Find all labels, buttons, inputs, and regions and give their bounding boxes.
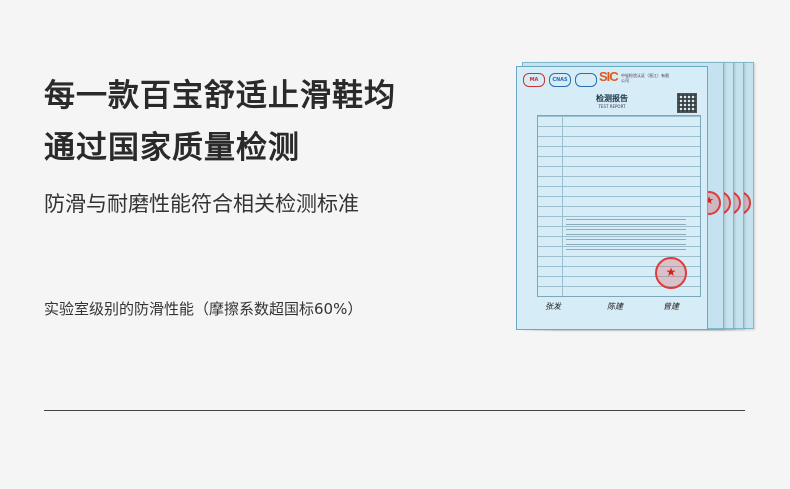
sic-logo: SIC: [599, 69, 619, 84]
cnas-logo: CNAS: [549, 73, 571, 87]
friction-note: 实验室级别的防滑性能（摩擦系数超国标60%）: [44, 300, 363, 318]
headline-line-1: 每一款百宝舒适止滑鞋均: [44, 78, 396, 114]
signature-3: 曾建: [663, 302, 679, 311]
test-report-stack: MA CNAS SIC 中轻检验认证（晋江）有限公司 检测报告 TEST REP…: [510, 62, 755, 337]
report-sheet-front: MA CNAS SIC 中轻检验认证（晋江）有限公司 检测报告 TEST REP…: [516, 66, 708, 330]
headline: 每一款百宝舒适止滑鞋均 通过国家质量检测: [44, 70, 396, 174]
signature-2: 陈建: [607, 302, 623, 311]
headline-line-2: 通过国家质量检测: [44, 130, 300, 166]
official-seal-icon: [655, 257, 687, 289]
test-items-text-block: [566, 218, 686, 250]
ilac-logo-icon: [575, 73, 597, 87]
signature-1: 张发: [545, 302, 561, 311]
cma-logo: MA: [523, 73, 545, 87]
divider-line: [44, 410, 745, 411]
company-name: 中轻检验认证（晋江）有限公司: [621, 73, 669, 83]
report-subtitle: TEST REPORT: [598, 104, 626, 109]
report-title: 检测报告: [596, 94, 628, 103]
signatures: 张发 陈建 曾建: [537, 301, 697, 317]
subtitle: 防滑与耐磨性能符合相关检测标准: [44, 192, 359, 216]
